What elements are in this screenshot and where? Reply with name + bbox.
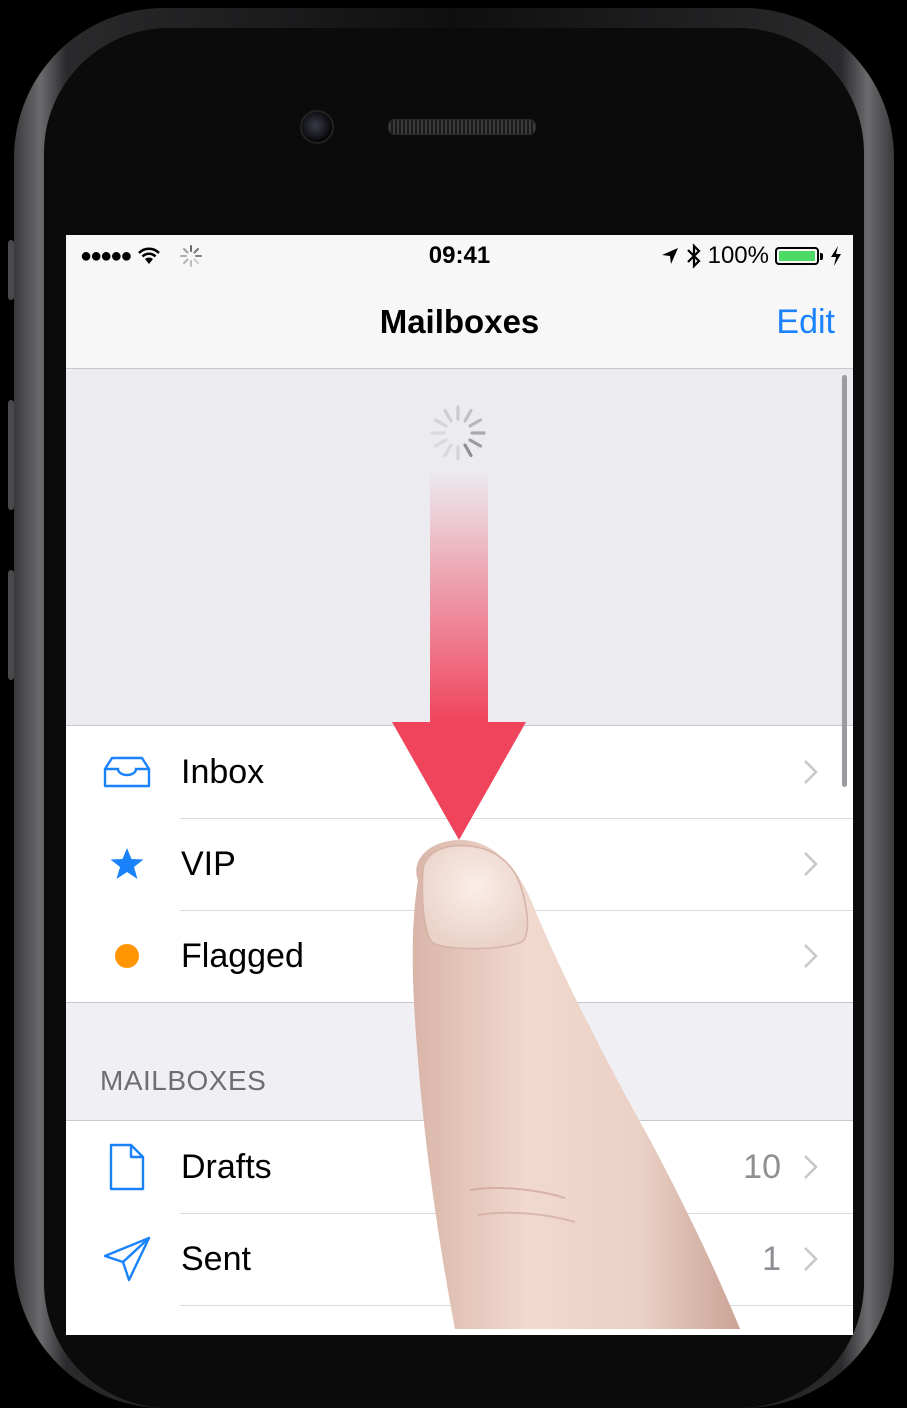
status-right: 100%: [660, 242, 843, 270]
navigation-bar: Mailboxes Edit: [66, 279, 853, 369]
volume-up-button: [8, 400, 14, 510]
document-icon: [102, 1142, 152, 1192]
bluetooth-icon: [686, 243, 701, 269]
battery-level: [779, 251, 815, 261]
list-item-label: Inbox: [181, 752, 265, 791]
inbox-tray-icon: [102, 747, 152, 797]
list-item-inbox[interactable]: Inbox: [66, 726, 853, 818]
list-item-sent[interactable]: Sent 1: [66, 1213, 853, 1305]
screen: ●●●●● 09:41 100% Mailboxes Edit Inbox VI…: [66, 235, 853, 1335]
charging-bolt-icon: [831, 246, 841, 266]
chevron-right-icon: [804, 1155, 818, 1179]
edit-button[interactable]: Edit: [776, 303, 835, 342]
list-item-label: Sent: [181, 1239, 251, 1278]
mailboxes-list: Drafts 10 Sent 1: [66, 1120, 853, 1335]
star-icon: [102, 839, 152, 889]
chevron-right-icon: [804, 760, 818, 784]
front-camera: [300, 110, 334, 144]
page-title: Mailboxes: [379, 303, 540, 340]
refresh-spinner-icon: [430, 405, 486, 461]
list-item-label: Drafts: [181, 1147, 272, 1186]
favorites-list: Inbox VIP Flagged: [66, 725, 853, 1003]
earpiece-speaker: [388, 119, 536, 135]
orange-dot-icon: [102, 931, 152, 981]
scroll-indicator[interactable]: [842, 375, 847, 787]
mute-switch: [8, 240, 14, 300]
unread-count: 10: [743, 1147, 781, 1186]
list-item-label: VIP: [181, 844, 236, 883]
list-item-label: Flagged: [181, 936, 304, 975]
paper-plane-icon: [102, 1234, 152, 1284]
chevron-right-icon: [804, 1247, 818, 1271]
list-item-next[interactable]: [66, 1305, 853, 1335]
section-header-mailboxes: MAILBOXES: [100, 1065, 267, 1096]
chevron-right-icon: [804, 852, 818, 876]
status-bar: ●●●●● 09:41 100%: [66, 235, 853, 279]
volume-down-button: [8, 570, 14, 680]
location-arrow-icon: [661, 248, 678, 264]
list-item-flagged[interactable]: Flagged: [66, 910, 853, 1002]
pull-to-refresh-area: [66, 369, 853, 725]
battery-percent: 100%: [707, 242, 769, 269]
unread-count: 1: [762, 1239, 781, 1278]
battery-icon: [775, 247, 823, 265]
list-item-drafts[interactable]: Drafts 10: [66, 1121, 853, 1213]
list-item-vip[interactable]: VIP: [66, 818, 853, 910]
chevron-right-icon: [804, 944, 818, 968]
